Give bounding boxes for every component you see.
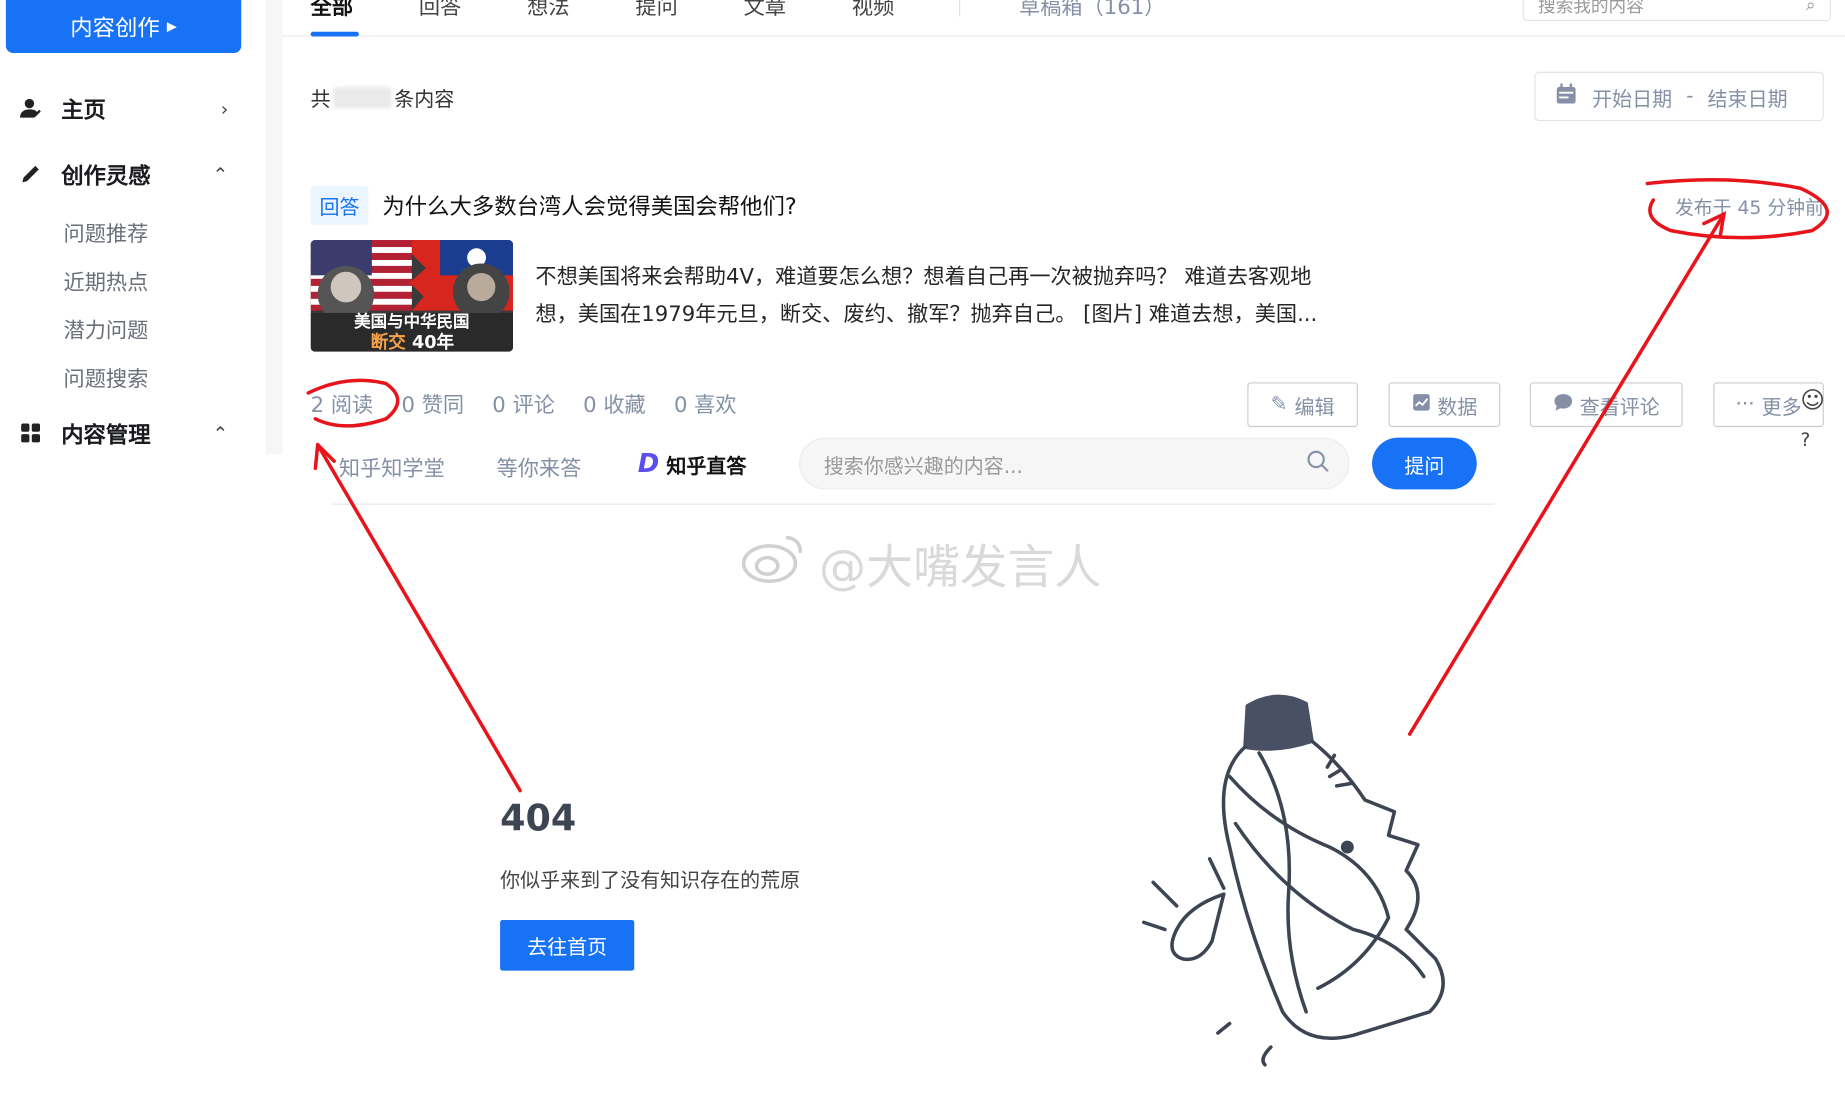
edit-label: 编辑: [1294, 395, 1335, 420]
sidebar-subitem-search[interactable]: 问题搜索: [64, 362, 149, 393]
answer-excerpt[interactable]: 不想美国将来会帮助4V，难道要怎么想？想着自己再一次被抛弃吗？ 难道去客观地 想…: [535, 259, 1382, 334]
view-comments-label: 查看评论: [1579, 395, 1660, 420]
sidebar-item-home[interactable]: 主页 ›: [16, 87, 240, 129]
thumbnail-caption-line2a: 断交: [371, 331, 407, 352]
search-my-content-input[interactable]: 搜索我的内容 ⌕: [1522, 0, 1831, 22]
thumbnail-image: 美国与中华民国 断交 40年: [310, 240, 514, 352]
stat-favorites: 0 收藏: [583, 392, 646, 418]
chart-icon: [1411, 392, 1430, 417]
sidebar-item-label: 主页: [61, 97, 106, 123]
weibo-watermark: @大嘴发言人: [741, 529, 1101, 597]
pen-icon: [16, 160, 44, 188]
tab-thoughts[interactable]: 想法: [527, 0, 569, 21]
content-count: 共 条内容: [310, 82, 455, 112]
help-icon[interactable]: ?: [1800, 428, 1825, 450]
unplugged-plug-illustration: [1141, 694, 1445, 1067]
zhihu-direct-answer-logo[interactable]: D 知乎直答: [638, 449, 747, 478]
more-label: 更多: [1761, 395, 1802, 420]
user-icon: [16, 94, 44, 122]
tab-questions[interactable]: 提问: [635, 0, 677, 21]
end-date: 结束日期: [1707, 87, 1788, 112]
thumbnail-caption-line1: 美国与中华民国: [354, 312, 469, 331]
edit-button[interactable]: ✎ 编辑: [1247, 382, 1358, 428]
sidebar-subitem-trending[interactable]: 近期热点: [64, 266, 149, 297]
chevron-up-icon: ⌃: [212, 162, 229, 186]
tab-all[interactable]: 全部: [311, 0, 353, 21]
sidebar-item-inspiration[interactable]: 创作灵感 ⌃: [16, 153, 240, 195]
content-tabs: 全部 回答 想法 提问 文章 视频 草稿箱（161） 搜索我的内容 ⌕: [282, 0, 1845, 37]
stat-comments: 0 评论: [492, 392, 555, 418]
nav-link-waiting-answers[interactable]: 等你来答: [497, 452, 582, 483]
excerpt-line: 不想美国将来会帮助4V，难道要怎么想？想着自己再一次被抛弃吗？ 难道去客观地: [535, 264, 1312, 290]
search-my-content-placeholder: 搜索我的内容: [1537, 0, 1644, 16]
logo-text: 知乎直答: [666, 455, 747, 479]
answer-stats: 2 阅读 0 赞同 0 评论 0 收藏 0 喜欢: [311, 388, 737, 419]
zhihu-search-placeholder: 搜索你感兴趣的内容...: [823, 454, 1023, 479]
nav-link-learning[interactable]: 知乎知学堂: [339, 452, 445, 483]
thumbnail-caption-line2b: 40年: [412, 331, 455, 352]
publish-time: 发布于 45 分钟前: [1674, 196, 1824, 219]
zhihu-search-input[interactable]: 搜索你感兴趣的内容...: [798, 437, 1350, 490]
stat-likes: 0 喜欢: [673, 392, 737, 418]
blurred-count: [333, 86, 392, 108]
grid-icon: [16, 419, 44, 447]
tab-answers[interactable]: 回答: [419, 0, 461, 21]
sidebar-item-label: 创作灵感: [61, 162, 151, 189]
floating-side-tools: ☺ ?: [1800, 386, 1825, 451]
comment-icon: [1553, 392, 1573, 417]
sidebar-divider: [265, 0, 283, 455]
robot-icon[interactable]: ☺: [1800, 386, 1825, 414]
ask-question-button[interactable]: 提问: [1372, 437, 1477, 490]
pencil-icon: ✎: [1270, 392, 1288, 417]
zhihu-header: 知乎知学堂 等你来答 D 知乎直答 搜索你感兴趣的内容... 提问: [331, 437, 1495, 505]
error-message: 你似乎来到了没有知识存在的荒原: [500, 869, 801, 893]
date-separator: -: [1686, 84, 1694, 109]
weibo-logo-icon: [741, 531, 807, 597]
active-tab-indicator: [310, 31, 359, 37]
chevron-right-icon: ›: [220, 97, 229, 120]
date-range-picker[interactable]: 开始日期 - 结束日期: [1534, 71, 1824, 122]
data-button[interactable]: 数据: [1388, 382, 1501, 428]
count-prefix: 共: [310, 88, 331, 112]
answer-thumbnail[interactable]: 美国与中华民国 断交 40年: [310, 240, 514, 352]
zhihu-d-logo-icon: D: [637, 449, 660, 479]
tab-articles[interactable]: 文章: [744, 0, 786, 21]
start-date: 开始日期: [1592, 87, 1673, 112]
content-create-button[interactable]: 内容创作 ▶: [5, 0, 242, 53]
search-icon: ⌕: [1805, 0, 1816, 16]
data-label: 数据: [1437, 395, 1478, 420]
stat-upvotes: 0 赞同: [401, 392, 465, 418]
calendar-icon: [1554, 82, 1578, 111]
stat-reads: 2 阅读: [310, 392, 374, 418]
excerpt-line: 想，美国在1979年元旦，断交、废约、撤军？抛弃自己。 [图片] 难道去想，美国…: [535, 302, 1318, 328]
watermark-text: @大嘴发言人: [818, 541, 1102, 596]
chevron-up-icon: ⌃: [212, 421, 229, 445]
sidebar-subitem-potential[interactable]: 潜力问题: [64, 314, 149, 345]
content-create-label: 内容创作: [70, 15, 160, 42]
tab-videos[interactable]: 视频: [852, 0, 894, 21]
error-code: 404: [500, 797, 577, 841]
answer-title[interactable]: 为什么大多数台湾人会觉得美国会帮他们?: [382, 189, 796, 221]
ellipsis-icon: ···: [1735, 392, 1755, 417]
sidebar: 内容创作 ▶ 主页 › 创作灵感 ⌃ 问题推荐 近期热点 潜力问题 问题搜索 内…: [0, 0, 266, 455]
count-suffix: 条内容: [394, 88, 455, 112]
go-home-button[interactable]: 去往首页: [500, 920, 635, 971]
search-icon: [1306, 449, 1330, 478]
sidebar-item-label: 内容管理: [61, 421, 151, 448]
tab-divider: [959, 0, 961, 17]
sidebar-item-content-management[interactable]: 内容管理 ⌃: [16, 412, 240, 454]
view-comments-button[interactable]: 查看评论: [1529, 382, 1683, 428]
caret-right-icon: ▶: [166, 18, 177, 35]
tab-drafts[interactable]: 草稿箱（161）: [1019, 0, 1165, 21]
sidebar-subitem-recommended[interactable]: 问题推荐: [64, 218, 149, 249]
answer-type-tag: 回答: [310, 185, 369, 225]
